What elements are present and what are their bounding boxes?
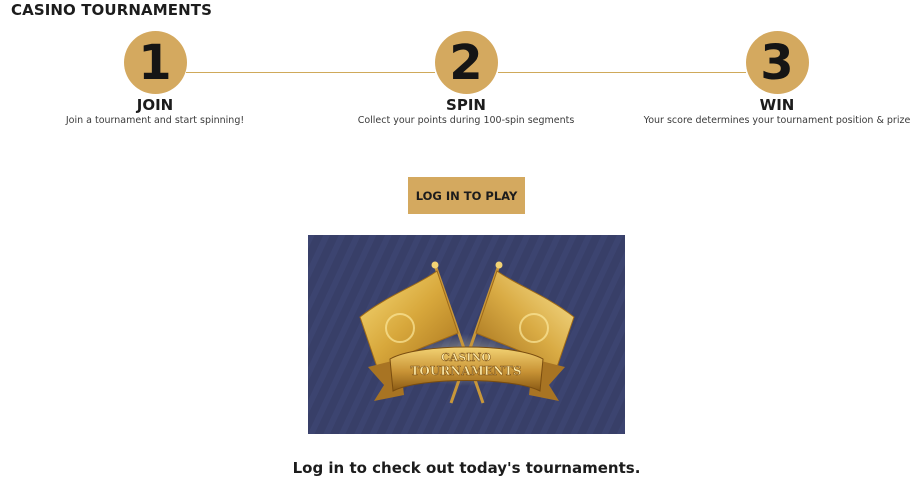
step-number-badge: 2	[434, 31, 498, 94]
step-number-badge: 1	[123, 31, 187, 94]
step-win: 3 WIN Your score determines your tournam…	[627, 31, 923, 127]
banner-text-line2: TOURNAMENTS	[410, 364, 521, 378]
casino-tournaments-banner-image: CASINO TOURNAMENTS	[308, 235, 625, 434]
banner-text-line1: CASINO	[441, 351, 491, 364]
step-description: Join a tournament and start spinning!	[65, 115, 245, 126]
step-join: 1 JOIN Join a tournament and start spinn…	[5, 31, 305, 127]
banner-artwork: CASINO TOURNAMENTS	[308, 235, 625, 434]
step-title: WIN	[759, 96, 795, 114]
step-number-badge: 3	[745, 31, 809, 94]
step-title: JOIN	[136, 96, 174, 114]
login-prompt-message: Log in to check out today's tournaments.	[292, 459, 641, 477]
page-title: CASINO TOURNAMENTS	[11, 1, 212, 19]
step-title: SPIN	[446, 96, 486, 114]
step-description: Collect your points during 100-spin segm…	[357, 115, 575, 126]
casino-tournaments-page: CASINO TOURNAMENTS 1 JOIN Join a tournam…	[0, 0, 923, 477]
step-description: Your score determines your tournament po…	[643, 115, 911, 126]
step-spin: 2 SPIN Collect your points during 100-sp…	[316, 31, 616, 127]
log-in-to-play-button[interactable]: LOG IN TO PLAY	[408, 177, 525, 214]
